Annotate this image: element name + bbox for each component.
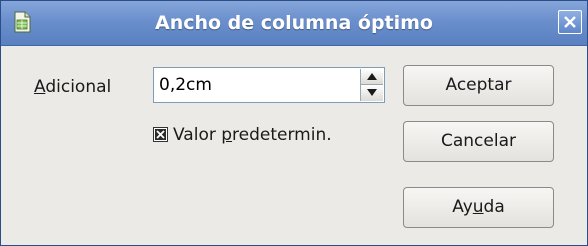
spin-up-button[interactable]	[361, 69, 383, 85]
help-label-rest: da	[483, 197, 505, 217]
help-label-pre: Ay	[452, 197, 473, 217]
spin-buttons	[360, 69, 383, 101]
cancel-button[interactable]: Cancelar	[403, 121, 554, 162]
spin-down-button[interactable]	[361, 85, 383, 101]
checkbox-label-accel: p	[221, 125, 233, 145]
titlebar[interactable]: Ancho de columna óptimo	[1, 1, 587, 46]
dialog-window: Ancho de columna óptimo Adicional 0,2cm …	[0, 0, 588, 246]
adicional-label: Adicional	[34, 77, 111, 97]
adicional-input[interactable]	[156, 70, 359, 100]
dialog-content: Adicional 0,2cm Valor predetermin. Acept…	[1, 46, 587, 245]
ok-button[interactable]: Aceptar	[403, 65, 554, 106]
checkbox-label-rest: redetermin.	[232, 125, 332, 145]
adicional-label-rest: dicional	[45, 77, 112, 97]
dialog-title: Ancho de columna óptimo	[154, 12, 433, 34]
checkbox-label-pre: Valor	[173, 125, 222, 145]
adicional-label-accel: A	[34, 77, 46, 97]
adicional-spinbox	[153, 67, 385, 103]
help-label-accel: u	[472, 197, 484, 217]
checkbox-box[interactable]	[153, 127, 168, 142]
close-button[interactable]	[558, 10, 582, 34]
help-button[interactable]: Ayuda	[403, 187, 554, 228]
checkbox-label: Valor predetermin.	[173, 125, 332, 145]
